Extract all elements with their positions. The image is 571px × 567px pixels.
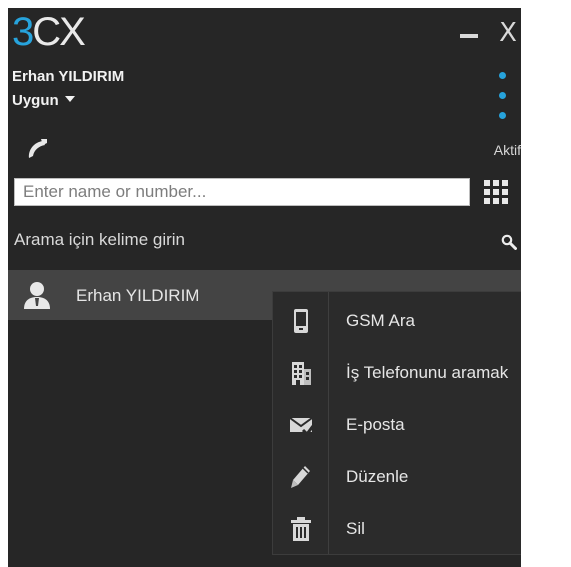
minimize-button[interactable]	[460, 34, 478, 38]
person-icon	[24, 282, 50, 309]
search-icon[interactable]	[501, 234, 517, 250]
menu-item-call-work[interactable]: İş Telefonunu aramak	[273, 347, 521, 399]
envelope-icon	[289, 417, 313, 437]
menu-item-label: GSM Ara	[346, 311, 415, 330]
dialpad-icon[interactable]	[484, 180, 508, 204]
presence-status-text: Aktif	[493, 142, 521, 158]
office-building-icon	[292, 362, 311, 385]
directory-search-hint: Arama için kelime girin	[14, 230, 185, 249]
caret-down-icon	[64, 96, 75, 103]
contact-name: Erhan YILDIRIM	[76, 286, 200, 305]
title-bar[interactable]: 3CX X	[8, 8, 521, 60]
trash-icon	[291, 517, 311, 541]
context-menu: GSM Ara İş Telefonunu aramak E-posta Düz…	[272, 291, 521, 555]
phone-icon[interactable]	[24, 136, 50, 162]
app-window: 3CX X Erhan YILDIRIM Uygun Aktif Arama i…	[8, 8, 521, 567]
menu-item-email[interactable]: E-posta	[273, 399, 521, 451]
menu-item-label: Düzenle	[346, 467, 409, 486]
menu-item-label: İş Telefonunu aramak	[346, 363, 509, 382]
user-name: Erhan YILDIRIM	[12, 68, 125, 85]
menu-item-delete[interactable]: Sil	[273, 503, 521, 555]
menu-item-label: Sil	[346, 519, 365, 538]
menu-item-gsm-call[interactable]: GSM Ara	[273, 295, 521, 347]
more-options-icon[interactable]	[498, 72, 508, 128]
close-button[interactable]: X	[496, 18, 520, 48]
status-dropdown[interactable]: Uygun	[12, 92, 75, 109]
mobile-phone-icon	[294, 309, 308, 333]
menu-item-label: E-posta	[346, 415, 405, 434]
app-logo: 3CX	[12, 10, 86, 54]
pencil-icon	[291, 466, 310, 488]
menu-item-edit[interactable]: Düzenle	[273, 451, 521, 503]
search-input[interactable]	[14, 178, 470, 206]
status-label: Uygun	[12, 92, 59, 109]
